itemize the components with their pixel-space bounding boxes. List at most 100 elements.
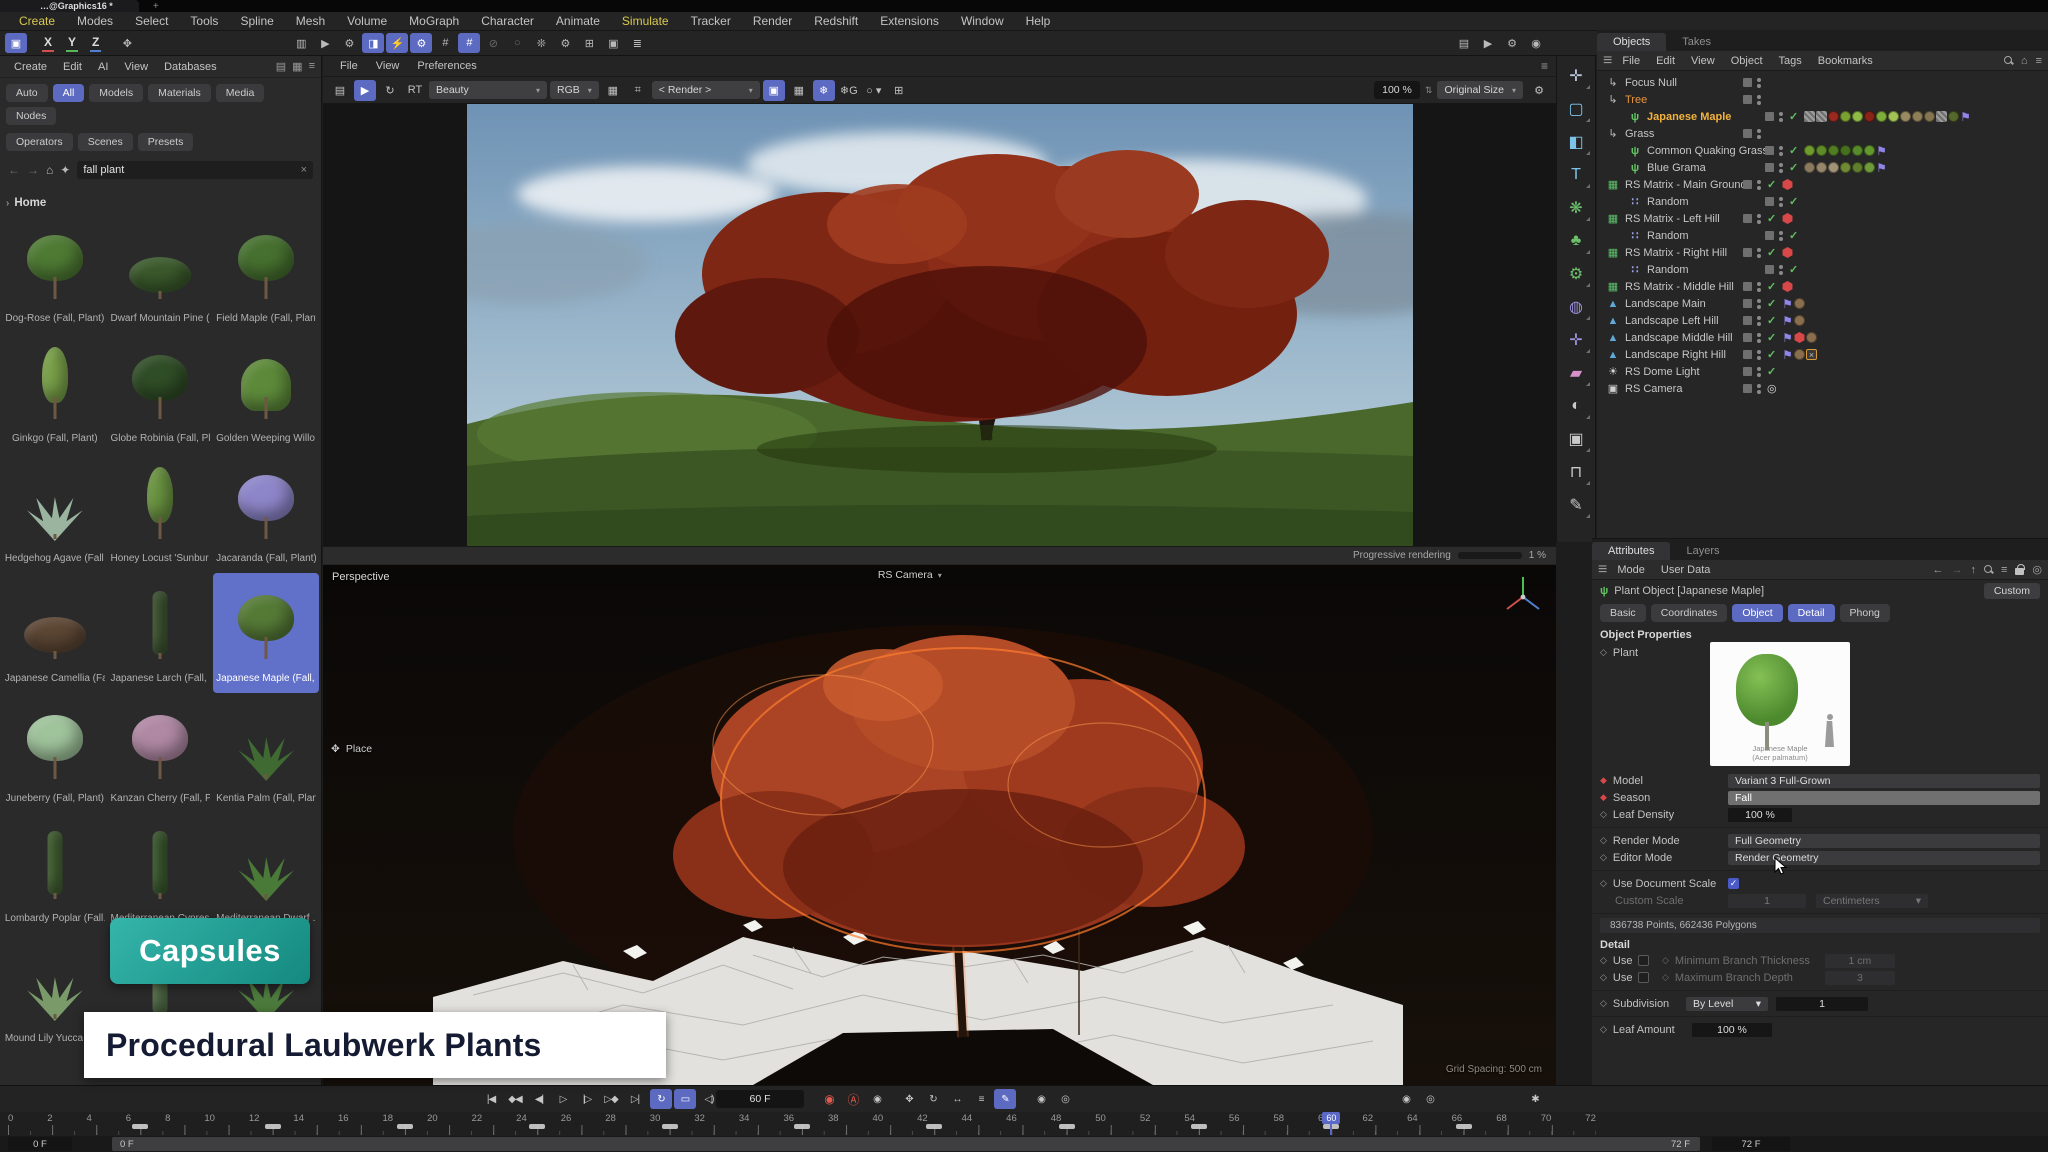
axis-z-toggle[interactable]: Z — [90, 34, 101, 52]
menu-item[interactable]: Modes — [66, 14, 124, 28]
material-tool-icon[interactable]: ✎ — [1560, 489, 1592, 520]
object-name[interactable]: Random — [1647, 196, 1765, 208]
visibility-dots[interactable] — [1757, 299, 1761, 309]
menu-item[interactable]: Mesh — [285, 14, 336, 28]
object-name[interactable]: Common Quaking Grass — [1647, 145, 1765, 157]
object-row[interactable]: Landscape Main ⚑ — [1597, 295, 2048, 312]
layout-button[interactable]: ≣ — [626, 33, 648, 53]
keyframe-selection-button[interactable]: ◉ — [866, 1089, 888, 1109]
search-icon[interactable] — [1984, 565, 1993, 574]
menu-item[interactable]: Tools — [179, 14, 229, 28]
enable-check-icon[interactable] — [1789, 263, 1804, 276]
filter-chip[interactable]: All — [53, 84, 85, 102]
object-name[interactable]: RS Matrix - Left Hill — [1625, 213, 1743, 225]
object-row[interactable]: RS Matrix - Main Ground — [1597, 176, 2048, 193]
render-view-menu-item[interactable]: File — [331, 60, 367, 72]
object-name[interactable]: RS Matrix - Middle Hill — [1625, 281, 1743, 293]
layer-color-chip[interactable] — [1743, 299, 1752, 308]
enable-check-icon[interactable] — [1767, 365, 1782, 378]
mograph-cloner-tool-icon[interactable]: ♣ — [1560, 225, 1592, 256]
object-name[interactable]: Japanese Maple — [1647, 111, 1765, 123]
object-name[interactable]: Landscape Left Hill — [1625, 315, 1743, 327]
asset-tile[interactable]: Mediterranean Cypres… — [108, 813, 214, 933]
filter-chip[interactable]: Models — [89, 84, 143, 102]
add-null-tool-icon[interactable]: ✛ — [1560, 60, 1592, 91]
filter-chip[interactable]: Media — [216, 84, 265, 102]
asset-menu-item[interactable]: Databases — [156, 61, 225, 73]
object-tags[interactable]: ⚑ — [1782, 332, 1817, 343]
layout-settings-icon[interactable]: ⚙ — [1501, 33, 1523, 53]
asset-tile[interactable]: Japanese Larch (Fall, Pl… — [108, 573, 214, 693]
object-name[interactable]: RS Dome Light — [1625, 366, 1743, 378]
asset-tile[interactable]: Globe Robinia (Fall, Pl… — [108, 333, 214, 453]
timeline-key-marker[interactable] — [1456, 1124, 1472, 1129]
preview-range-slider[interactable]: 0 F 72 F — [112, 1137, 1700, 1151]
asset-tile[interactable]: Dwarf Mountain Pine (… — [108, 213, 214, 333]
asset-tile[interactable]: Kanzan Cherry (Fall, Pl… — [108, 693, 214, 813]
object-tags[interactable] — [1782, 247, 1793, 258]
filter-chip[interactable]: Nodes — [6, 107, 56, 125]
layer-color-chip[interactable] — [1765, 163, 1774, 172]
perspective-viewport[interactable]: Perspective RS Camera ▾ ✥ Place Grid Spa… — [323, 565, 1556, 1085]
snap-settings-button[interactable]: ⚙ — [554, 33, 576, 53]
keyframed-diamond-icon[interactable]: ◆ — [1600, 775, 1607, 786]
back-icon[interactable]: ← — [8, 163, 20, 177]
key-scale-button[interactable]: ↔ — [946, 1089, 968, 1109]
keyframed-diamond-icon[interactable]: ◆ — [1600, 792, 1607, 803]
ai-search-icon[interactable]: ✦ — [60, 163, 70, 177]
layer-color-chip[interactable] — [1743, 350, 1752, 359]
visibility-dots[interactable] — [1757, 282, 1761, 292]
fit-view-button[interactable]: ⊞ — [888, 80, 910, 101]
visibility-dots[interactable] — [1779, 231, 1783, 241]
volume-tool-icon[interactable]: ◍ — [1560, 291, 1592, 322]
filter-chip[interactable]: Operators — [6, 133, 73, 151]
attributes-menu-item[interactable]: Mode — [1609, 564, 1653, 576]
lock-view-button[interactable]: ▣ — [763, 80, 785, 101]
filter-chip[interactable]: Scenes — [78, 133, 133, 151]
layer-color-chip[interactable] — [1765, 197, 1774, 206]
object-tags[interactable]: ⚑ — [1804, 111, 1971, 122]
render-history-icon[interactable]: ▤ — [329, 80, 351, 101]
region-render-button[interactable]: ⌗ — [627, 80, 649, 101]
hud-toggle-button[interactable]: ◉ — [1395, 1089, 1417, 1109]
grid-snap-button[interactable]: # — [434, 33, 456, 53]
dither-toggle-button[interactable]: ▦ — [602, 80, 624, 101]
key-parameter-button[interactable]: ≡ — [970, 1089, 992, 1109]
subdivision-field[interactable]: 1 — [1776, 997, 1868, 1011]
asset-tile[interactable]: Kentia Palm (Fall, Plant) — [213, 693, 319, 813]
layout-anim-icon[interactable]: ▶ — [1477, 33, 1499, 53]
key-pla-button[interactable]: ✎ — [994, 1089, 1016, 1109]
asset-tile[interactable]: Golden Weeping Willo… — [213, 333, 319, 453]
visibility-dots[interactable] — [1779, 265, 1783, 275]
panel-menu-icon[interactable]: ≡ — [309, 60, 315, 73]
key-diamond-icon[interactable]: ◇ — [1600, 998, 1607, 1009]
timeline-key-marker[interactable] — [794, 1124, 810, 1129]
visibility-dots[interactable] — [1779, 197, 1783, 207]
key-diamond-icon[interactable]: ◇ — [1600, 809, 1607, 820]
manager-tab[interactable]: Attributes — [1592, 542, 1670, 560]
enable-check-icon[interactable] — [1767, 314, 1782, 327]
model-dropdown[interactable]: Variant 3 Full-Grown — [1728, 774, 2040, 788]
asset-tile[interactable]: Field Maple (Fall, Plant) — [213, 213, 319, 333]
attribute-tab[interactable]: Object — [1732, 604, 1782, 622]
filter-chip[interactable]: Presets — [138, 133, 194, 151]
render-view-menu-item[interactable]: Preferences — [408, 60, 485, 72]
autokey-button[interactable]: Ⓐ — [842, 1089, 864, 1109]
object-menu-item[interactable]: Tags — [1771, 55, 1810, 67]
render-view-button[interactable]: ▥ — [290, 33, 312, 53]
panel-menu-icon[interactable]: ≡ — [1603, 52, 1612, 70]
layer-color-chip[interactable] — [1765, 146, 1774, 155]
visibility-dots[interactable] — [1779, 163, 1783, 173]
attribute-tab[interactable]: Coordinates — [1651, 604, 1728, 622]
object-name[interactable]: Blue Grama — [1647, 162, 1765, 174]
layer-color-chip[interactable] — [1743, 214, 1752, 223]
custom-button[interactable]: Custom — [1984, 583, 2040, 599]
attribute-tab[interactable]: Phong — [1840, 604, 1890, 622]
menu-item[interactable]: Render — [742, 14, 803, 28]
visibility-dots[interactable] — [1757, 78, 1761, 88]
range-start-field[interactable]: 0 F — [8, 1137, 72, 1151]
instance-tool-icon[interactable]: ▰ — [1560, 357, 1592, 388]
layer-color-chip[interactable] — [1743, 78, 1752, 87]
key-diamond-icon[interactable]: ◇ — [1600, 955, 1607, 966]
timeline-key-marker[interactable] — [132, 1124, 148, 1129]
